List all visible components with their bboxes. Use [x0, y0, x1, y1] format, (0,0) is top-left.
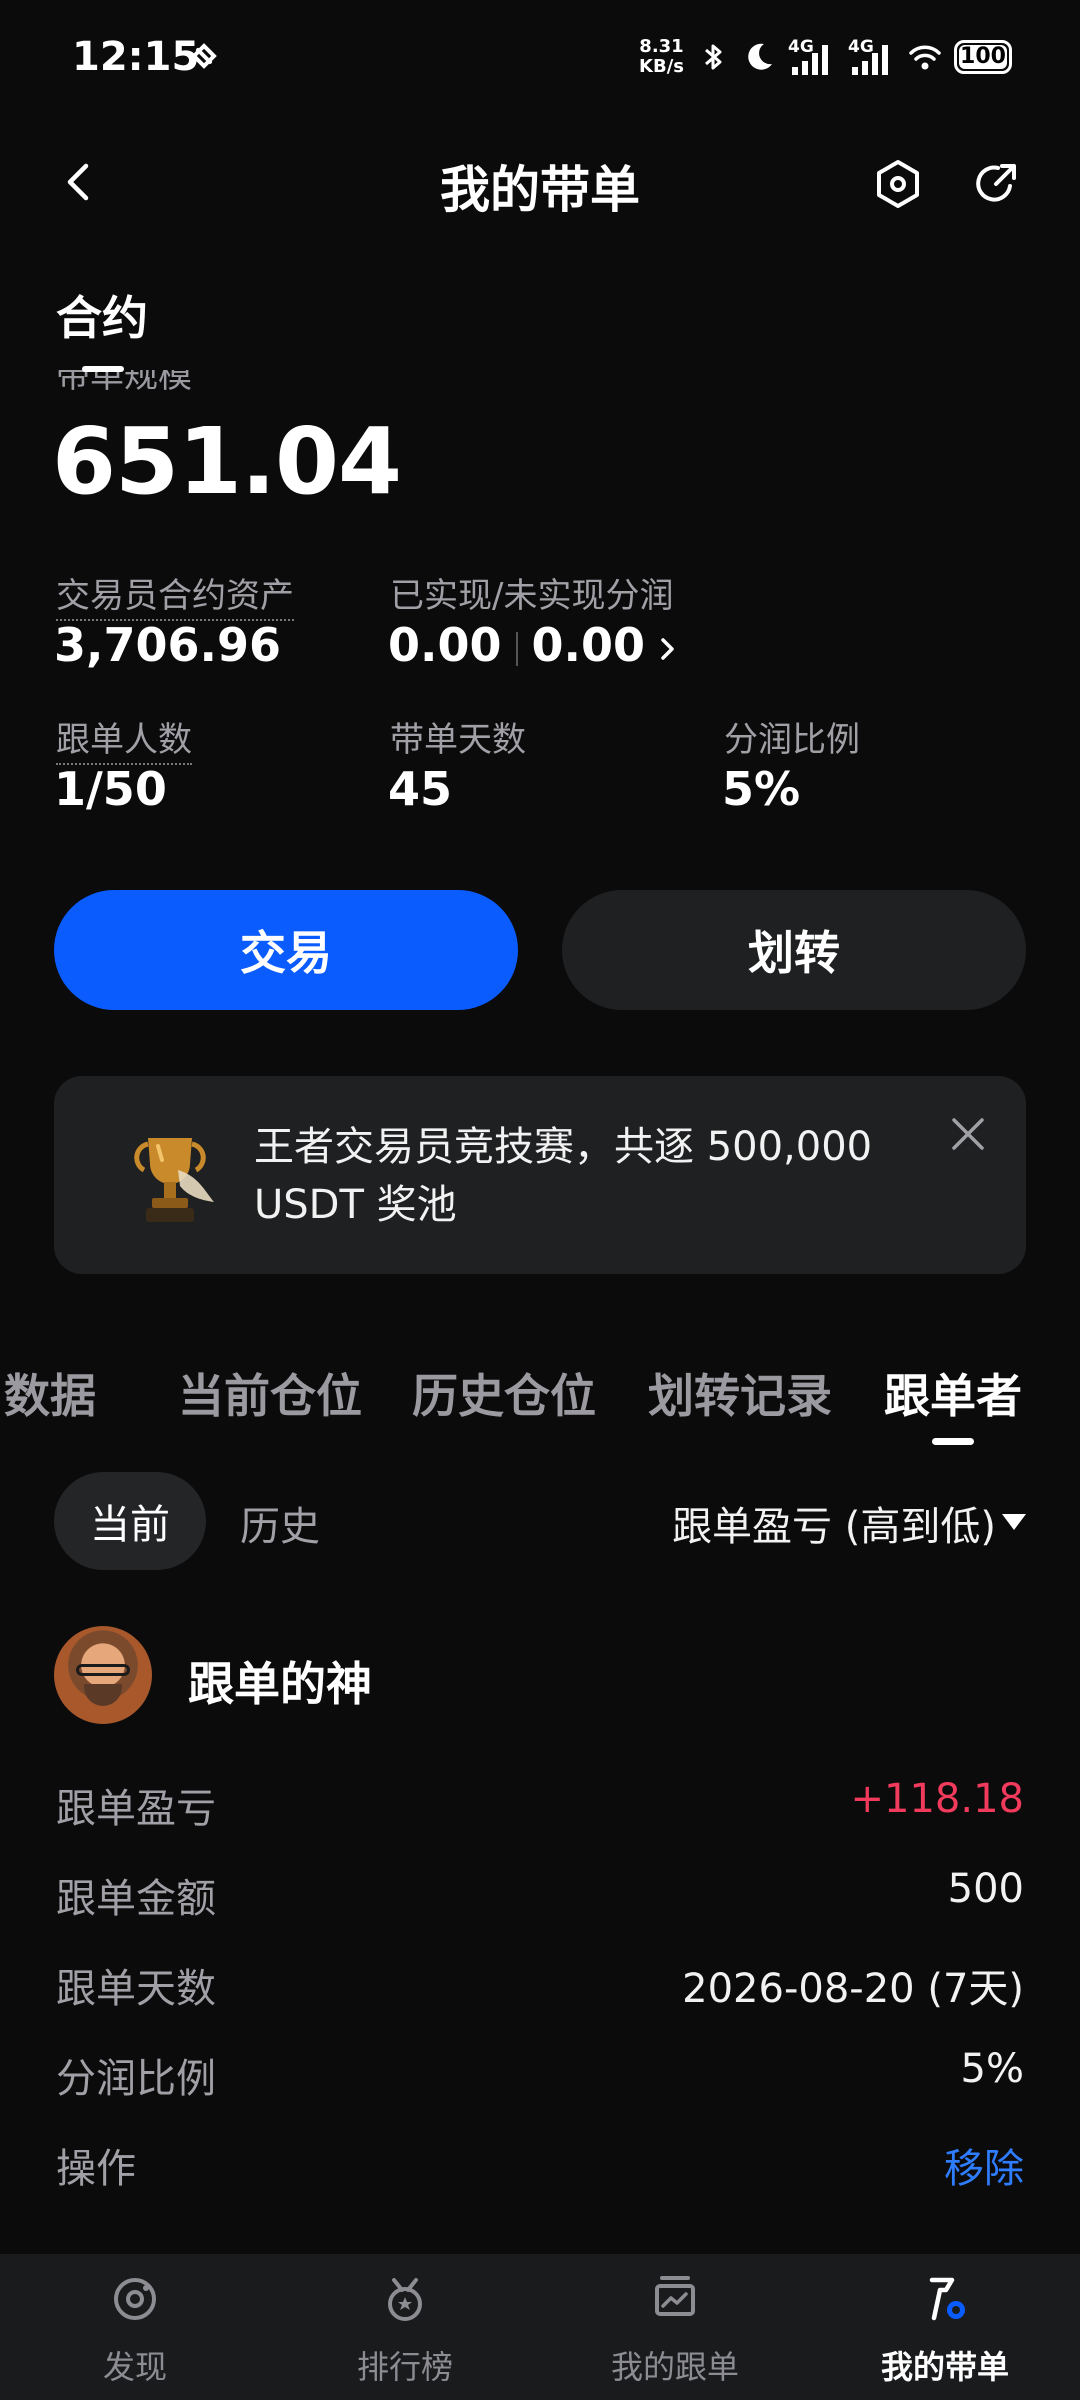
- moon-icon: [748, 43, 772, 70]
- status-time: 12:15: [72, 34, 200, 80]
- lead-days-value: 45: [388, 762, 453, 816]
- trade-button[interactable]: 交易: [54, 890, 518, 1010]
- filter-history-button[interactable]: 历史: [240, 1494, 320, 1552]
- bluetooth-icon: [705, 44, 722, 70]
- network-speed: 8.31 KB/s: [639, 36, 684, 77]
- leaderboard-icon: [388, 2278, 422, 2321]
- copy-amount-label: 跟单金额: [56, 1876, 216, 1922]
- copy-amount-value: 500: [947, 1866, 1024, 1912]
- share-ratio-value: 5%: [722, 762, 801, 816]
- share-icon[interactable]: [968, 156, 1024, 212]
- tab-current-positions[interactable]: 当前仓位: [178, 1360, 362, 1426]
- followers-label[interactable]: 跟单人数: [56, 712, 192, 765]
- wifi-icon: [909, 45, 941, 70]
- remove-follower-button[interactable]: 移除: [944, 2136, 1024, 2194]
- nav-my-lead-label: 我的带单: [880, 2348, 1009, 2386]
- app-header: 我的带单: [0, 130, 1080, 234]
- lead-scale-value: 651.04: [52, 408, 402, 515]
- share-ratio-row-value: 5%: [960, 2046, 1024, 2092]
- section-underline: [82, 366, 124, 372]
- nav-leaderboard-label: 排行榜: [356, 2348, 453, 2386]
- trader-assets-value: 3,706.96: [54, 618, 281, 672]
- nav-discover-label: 发现: [102, 2348, 167, 2386]
- tab-history-positions[interactable]: 历史仓位: [412, 1360, 596, 1426]
- unrealized-value: 0.00: [531, 618, 646, 672]
- signal-strength-2-icon: 4G: [848, 37, 896, 77]
- copy-days-value: 2026-08-20 (7天): [682, 1966, 1024, 2012]
- trophy-icon: [134, 1138, 214, 1222]
- filter-current-button[interactable]: 当前: [54, 1472, 206, 1570]
- followers-value: 1/50: [54, 762, 167, 816]
- promo-banner[interactable]: 王者交易员竞技赛，共逐 500,000 USDT 奖池: [54, 1076, 1026, 1274]
- status-bar: 12:15 8.31 KB/s 4G 4G 100: [0, 0, 1080, 120]
- scale-label: 带单规模: [56, 370, 192, 396]
- nav-discover[interactable]: 发现: [0, 2254, 270, 2400]
- battery-icon: 100: [954, 40, 1012, 74]
- tab-indicator: [932, 1438, 974, 1445]
- tab-followers[interactable]: 跟单者: [884, 1360, 1022, 1426]
- app-notification-icon: [191, 43, 217, 69]
- avatar-beard: [84, 1684, 122, 1706]
- nav-my-lead[interactable]: 我的带单: [810, 2254, 1080, 2400]
- action-label: 操作: [56, 2146, 136, 2192]
- transfer-button[interactable]: 划转: [562, 890, 1026, 1010]
- tab-bar: 数据 当前仓位 历史仓位 划转记录 跟单者: [0, 1360, 1080, 1470]
- value-separator: [515, 631, 518, 666]
- follower-name: 跟单的神: [188, 1657, 372, 1711]
- copy-days-label: 跟单天数: [56, 1966, 216, 2012]
- avatar-glasses: [76, 1664, 130, 1676]
- page: 12:15 8.31 KB/s 4G 4G 100 我的带单 合约 带单规模 6…: [0, 0, 1080, 2400]
- sort-dropdown[interactable]: 跟单盈亏 (高到低): [672, 1494, 996, 1552]
- share-ratio-row-label: 分润比例: [56, 2056, 216, 2102]
- share-ratio-label: 分润比例: [724, 720, 860, 760]
- banner-text: 王者交易员竞技赛，共逐 500,000 USDT 奖池: [254, 1124, 873, 1228]
- my-copy-icon: [655, 2276, 695, 2316]
- status-icons: 8.31 KB/s 4G 4G 100: [639, 32, 1012, 82]
- nav-my-copy-label: 我的跟单: [610, 2348, 739, 2386]
- bottom-nav: 发现 排行榜 我的跟单 我的带单: [0, 2254, 1080, 2400]
- discover-icon: [114, 2278, 156, 2320]
- copy-pnl-label: 跟单盈亏: [56, 1786, 216, 1832]
- nav-leaderboard[interactable]: 排行榜: [270, 2254, 540, 2400]
- avatar: [54, 1626, 152, 1724]
- profit-share-values[interactable]: 0.00 0.00: [388, 618, 681, 672]
- realized-value: 0.00: [388, 618, 502, 672]
- section-title: 合约: [56, 291, 148, 345]
- tab-data[interactable]: 数据: [4, 1360, 96, 1426]
- lead-days-label: 带单天数: [390, 720, 526, 760]
- my-lead-icon: [929, 2277, 965, 2321]
- caret-down-icon[interactable]: [1000, 1512, 1028, 1532]
- trader-assets-label[interactable]: 交易员合约资产: [56, 568, 294, 621]
- signal-strength-icon: 4G: [788, 37, 836, 77]
- close-icon[interactable]: [946, 1112, 990, 1156]
- chevron-right-icon: [661, 637, 674, 660]
- settings-icon[interactable]: [870, 156, 926, 212]
- nav-my-copy[interactable]: 我的跟单: [540, 2254, 810, 2400]
- copy-pnl-value: +118.18: [850, 1776, 1024, 1822]
- tab-transfer-records[interactable]: 划转记录: [648, 1360, 832, 1426]
- profit-share-label: 已实现/未实现分润: [390, 576, 674, 616]
